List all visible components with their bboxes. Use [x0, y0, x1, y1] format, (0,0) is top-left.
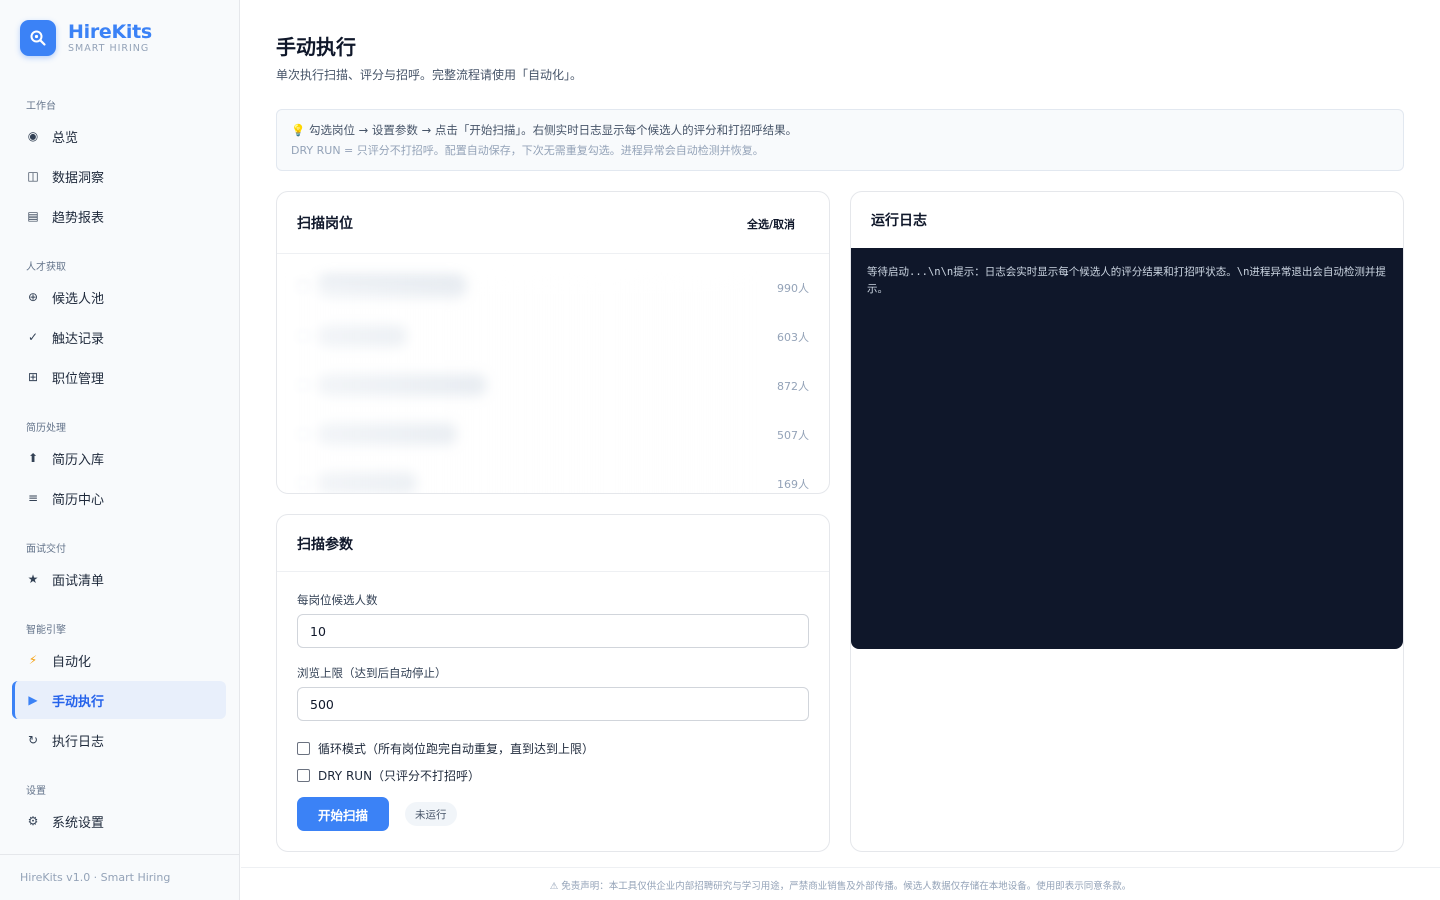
scan-params-card: 扫描参数 每岗位候选人数 10 浏览上限（达到后自动停止） 500 循环模式（所…	[276, 514, 830, 852]
sidebar-item-label: 简历入库	[52, 452, 105, 468]
select-all-toggle[interactable]: 全选/取消	[747, 216, 795, 232]
run-log-title: 运行日志	[871, 213, 927, 229]
browse-limit-input[interactable]: 500	[297, 687, 809, 721]
sidebar-footer: HireKits v1.0 · Smart Hiring	[0, 854, 240, 900]
sidebar-item-resume-center[interactable]: ≡ 简历中心	[12, 479, 226, 517]
scan-jobs-header: 扫描岗位 全选/取消	[277, 192, 829, 254]
sidebar-item-label: 简历中心	[52, 492, 105, 508]
brand[interactable]: HireKits SMART HIRING	[20, 20, 152, 56]
dashboard-icon: ◉	[27, 129, 39, 143]
sidebar-item-interview-list[interactable]: ★ 面试清单	[12, 560, 226, 598]
sidebar: HireKits SMART HIRING 工作台 ◉ 总览 ◫ 数据洞察 ▤ …	[0, 0, 240, 900]
job-count: 603人	[777, 331, 809, 344]
sidebar-item-automation[interactable]: ⚡ 自动化	[12, 641, 226, 679]
grid-icon: ⊞	[27, 370, 39, 384]
nav-section-talent: 人才获取	[26, 262, 66, 273]
logo-search-icon	[20, 20, 56, 56]
scan-params-title: 扫描参数	[297, 537, 353, 553]
pool-icon: ⊕	[27, 290, 39, 304]
report-icon: ▤	[27, 209, 39, 223]
sidebar-item-label: 数据洞察	[52, 170, 105, 186]
job-count: 872人	[777, 380, 809, 393]
sidebar-item-candidate-pool[interactable]: ⊕ 候选人池	[12, 278, 226, 316]
play-icon: ▶	[28, 693, 38, 707]
disclaimer: ⚠ 免责声明：本工具仅供企业内部招聘研究与学习用途，严禁商业销售及外部传播。候选…	[241, 867, 1440, 900]
run-log-card: 运行日志 等待启动...\n\n提示：日志会实时显示每个候选人的评分结果和打招呼…	[850, 191, 1404, 852]
start-scan-button[interactable]: 开始扫描	[297, 797, 389, 831]
job-count: 169人	[777, 478, 809, 491]
job-count: 507人	[777, 429, 809, 442]
sidebar-item-label: 自动化	[52, 654, 92, 670]
loop-mode-option[interactable]: 循环模式（所有岗位跑完自动重复，直到达到上限）	[297, 740, 594, 757]
brand-subtitle: SMART HIRING	[68, 43, 150, 54]
sidebar-item-jobs[interactable]: ⊞ 职位管理	[12, 358, 226, 396]
sidebar-item-label: 执行日志	[52, 734, 105, 750]
sidebar-item-trend-report[interactable]: ▤ 趋势报表	[12, 197, 226, 235]
loop-mode-label: 循环模式（所有岗位跑完自动重复，直到达到上限）	[318, 742, 595, 756]
sidebar-item-insights[interactable]: ◫ 数据洞察	[12, 157, 226, 195]
sidebar-item-outreach[interactable]: ✓ 触达记录	[12, 318, 226, 356]
loop-mode-checkbox[interactable]	[297, 742, 310, 755]
sidebar-item-label: 触达记录	[52, 331, 105, 347]
job-count: 990人	[777, 282, 809, 295]
brand-name: HireKits	[68, 21, 152, 43]
dry-run-label: DRY RUN（只评分不打招呼）	[318, 769, 481, 783]
lightbulb-icon: 💡	[291, 123, 306, 137]
check-icon: ✓	[27, 330, 39, 344]
nav-section-engine: 智能引擎	[26, 625, 66, 636]
page-subtitle: 单次执行扫描、评分与招呼。完整流程请使用「自动化」。	[276, 68, 583, 82]
sidebar-item-label: 系统设置	[52, 815, 105, 831]
sidebar-item-resume-import[interactable]: ⬆ 简历入库	[12, 439, 226, 477]
tip-line-1: 勾选岗位 → 设置参数 → 点击「开始扫描」。右侧实时日志显示每个候选人的评分和…	[308, 123, 798, 137]
scan-jobs-title: 扫描岗位	[297, 216, 353, 232]
per-job-label: 每岗位候选人数	[297, 593, 378, 607]
dry-run-checkbox[interactable]	[297, 769, 310, 782]
per-job-count-input[interactable]: 10	[297, 614, 809, 648]
sidebar-item-run-logs[interactable]: ↻ 执行日志	[12, 721, 226, 759]
nav-section-workbench: 工作台	[26, 101, 56, 112]
gear-icon: ⚙	[27, 814, 39, 828]
bolt-icon: ⚡	[28, 653, 38, 667]
tip-line-2: DRY RUN = 只评分不打招呼。配置自动保存，下次无需重复勾选。进程异常会自…	[291, 144, 764, 157]
privacy-blur-mask	[277, 276, 757, 493]
sidebar-item-overview[interactable]: ◉ 总览	[12, 117, 226, 155]
sidebar-item-label: 候选人池	[52, 291, 105, 307]
scan-params-header: 扫描参数	[277, 515, 829, 572]
star-icon: ★	[27, 572, 39, 586]
nav-section-interview: 面试交付	[26, 544, 66, 555]
insight-icon: ◫	[27, 169, 39, 183]
status-badge: 未运行	[405, 802, 457, 826]
sidebar-item-label: 职位管理	[52, 371, 105, 387]
list-icon: ≡	[27, 491, 39, 505]
log-console[interactable]: 等待启动...\n\n提示：日志会实时显示每个候选人的评分结果和打招呼状态。\n…	[851, 248, 1403, 649]
dry-run-option[interactable]: DRY RUN（只评分不打招呼）	[297, 767, 480, 784]
run-log-header: 运行日志	[851, 192, 1403, 248]
nav-section-settings: 设置	[26, 786, 46, 797]
sidebar-item-label: 手动执行	[52, 694, 105, 710]
refresh-icon: ↻	[27, 733, 39, 747]
scan-jobs-card: 扫描岗位 全选/取消 ████████ 990人 ████ 603人 █████…	[276, 191, 830, 494]
nav-section-resume: 简历处理	[26, 423, 66, 434]
sidebar-item-system-settings[interactable]: ⚙ 系统设置	[12, 802, 226, 840]
sidebar-item-label: 总览	[52, 130, 79, 146]
browse-limit-label: 浏览上限（达到后自动停止）	[297, 666, 447, 680]
upload-icon: ⬆	[27, 451, 39, 465]
page-title: 手动执行	[276, 35, 356, 59]
sidebar-item-manual-run[interactable]: ▶ 手动执行	[12, 681, 226, 719]
main-content: 手动执行 单次执行扫描、评分与招呼。完整流程请使用「自动化」。 💡 勾选岗位 →…	[241, 0, 1440, 900]
tip-banner: 💡 勾选岗位 → 设置参数 → 点击「开始扫描」。右侧实时日志显示每个候选人的评…	[276, 109, 1404, 171]
sidebar-item-label: 趋势报表	[52, 210, 105, 226]
sidebar-item-label: 面试清单	[52, 573, 105, 589]
